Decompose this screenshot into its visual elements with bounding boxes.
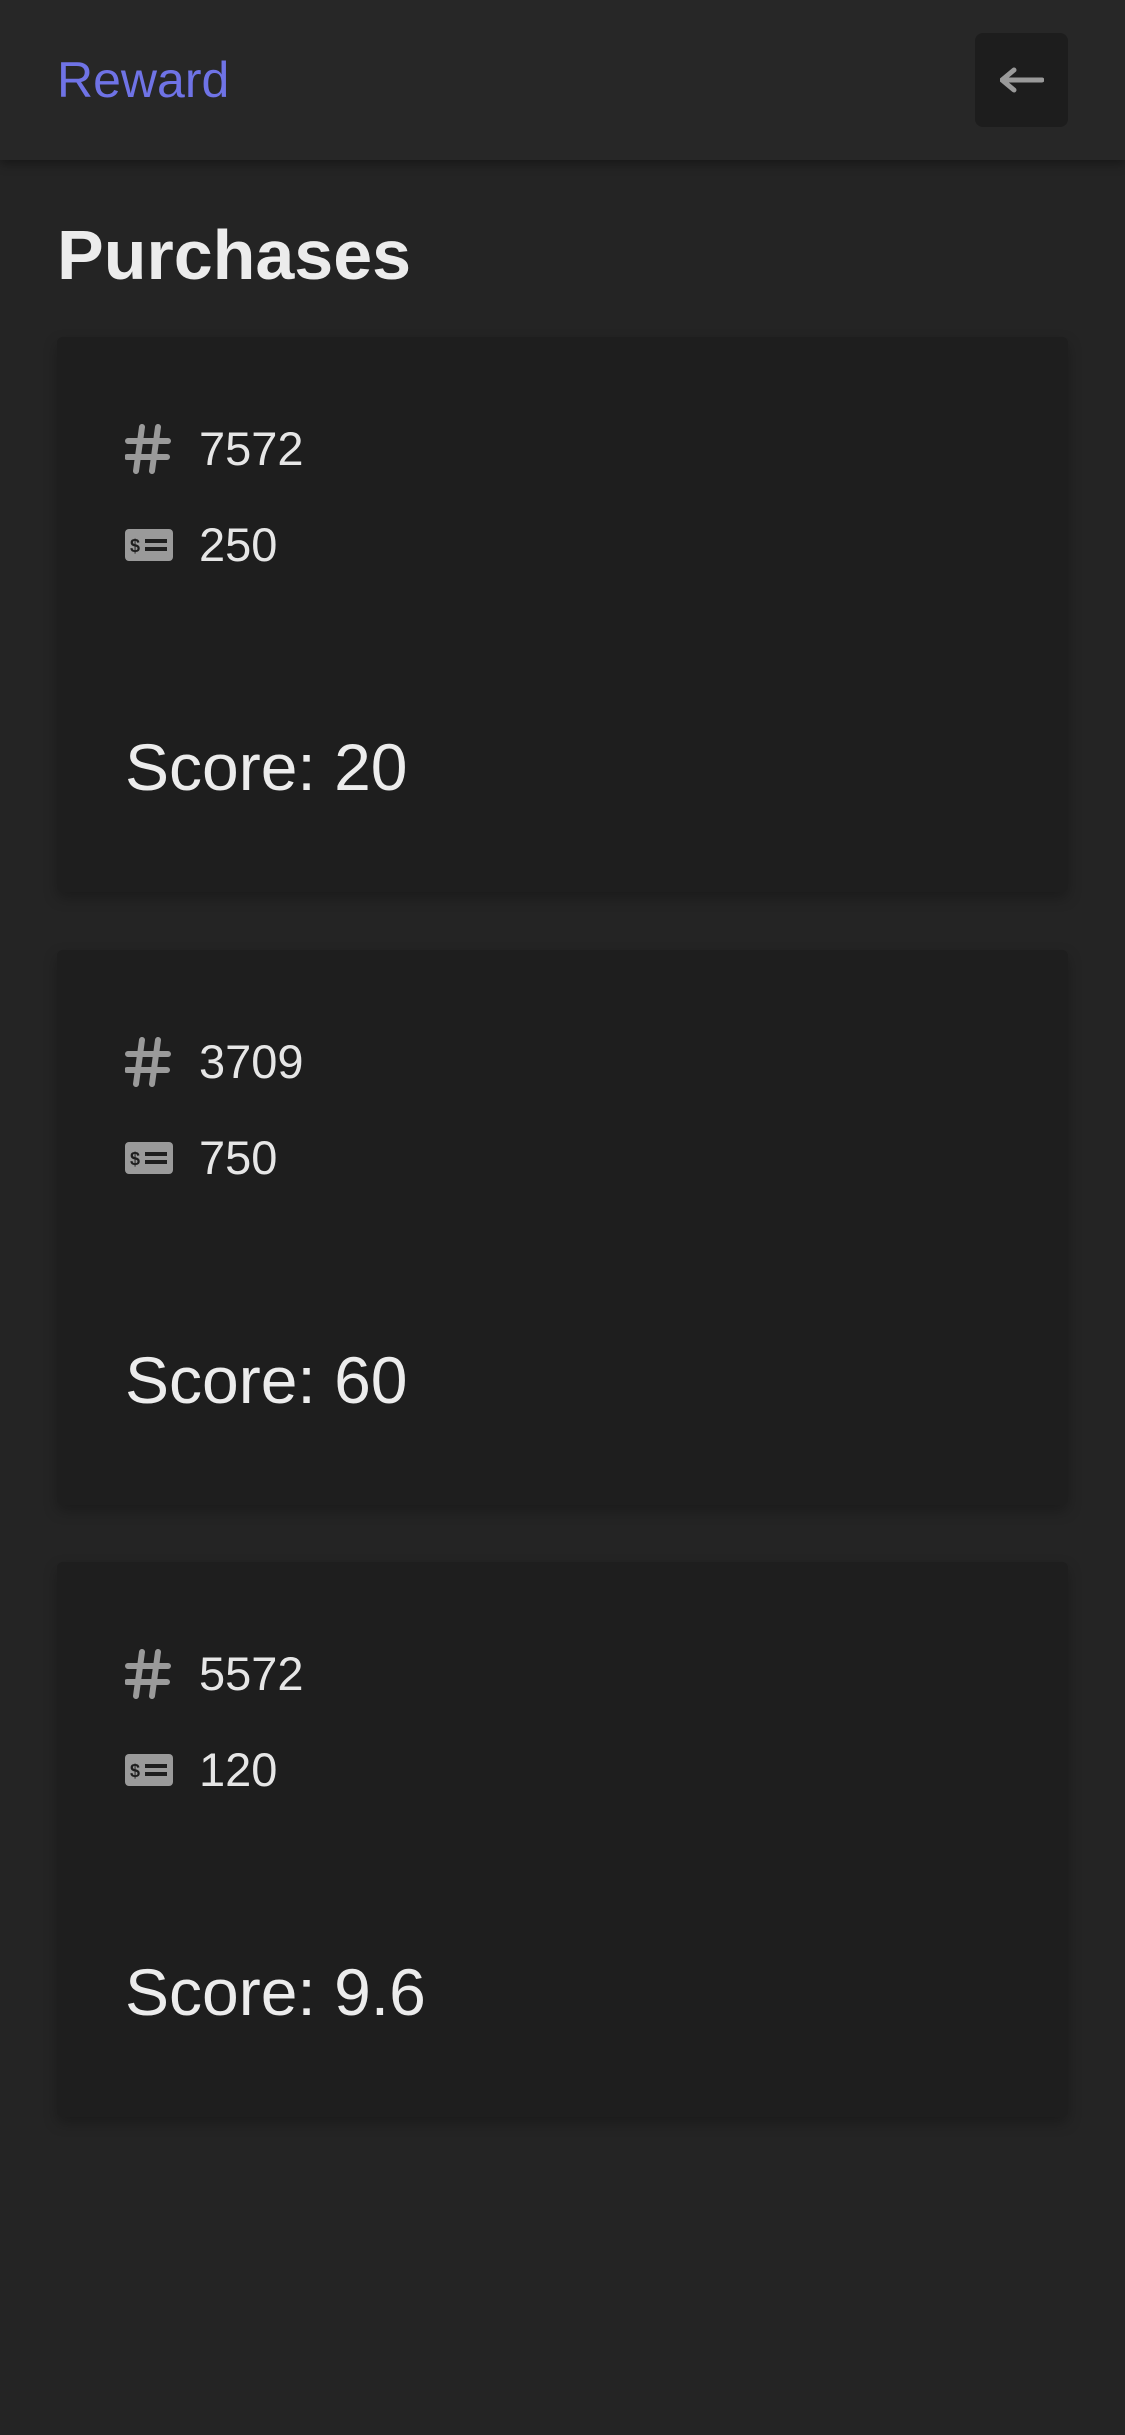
purchase-id-row: 3709: [125, 1032, 304, 1092]
money-bill-icon: $: [125, 520, 175, 570]
money-bill-icon: $: [125, 1133, 175, 1183]
purchase-id: 7572: [199, 422, 304, 475]
purchase-amount-row: $ 750: [125, 1128, 277, 1188]
hash-icon: [125, 424, 175, 474]
purchase-score: Score: 20: [125, 730, 408, 804]
page-title: Purchases: [57, 216, 412, 294]
money-bill-icon: $: [125, 1745, 175, 1795]
purchase-card: 5572 $ 120 Score: 9.6: [57, 1562, 1068, 2117]
purchase-score: Score: 60: [125, 1343, 408, 1417]
purchase-amount-row: $ 250: [125, 515, 277, 575]
brand-link[interactable]: Reward: [57, 0, 229, 160]
purchase-card: 7572 $ 250 Score: 20: [57, 337, 1068, 892]
purchase-score: Score: 9.6: [125, 1955, 426, 2029]
svg-text:$: $: [130, 1149, 140, 1169]
back-button[interactable]: [975, 33, 1068, 127]
purchase-id-row: 7572: [125, 419, 304, 479]
hash-icon: [125, 1649, 175, 1699]
purchase-amount: 750: [199, 1131, 278, 1184]
purchase-id: 5572: [199, 1647, 304, 1700]
svg-text:$: $: [130, 536, 140, 556]
arrow-left-icon: [999, 67, 1044, 93]
purchase-amount-row: $ 120: [125, 1740, 277, 1800]
purchase-amount: 120: [199, 1743, 278, 1796]
purchase-amount: 250: [199, 518, 278, 571]
top-navbar: Reward: [0, 0, 1125, 160]
purchase-card: 3709 $ 750 Score: 60: [57, 950, 1068, 1505]
purchase-id-row: 5572: [125, 1644, 304, 1704]
hash-icon: [125, 1037, 175, 1087]
svg-text:$: $: [130, 1761, 140, 1781]
purchase-id: 3709: [199, 1035, 304, 1088]
